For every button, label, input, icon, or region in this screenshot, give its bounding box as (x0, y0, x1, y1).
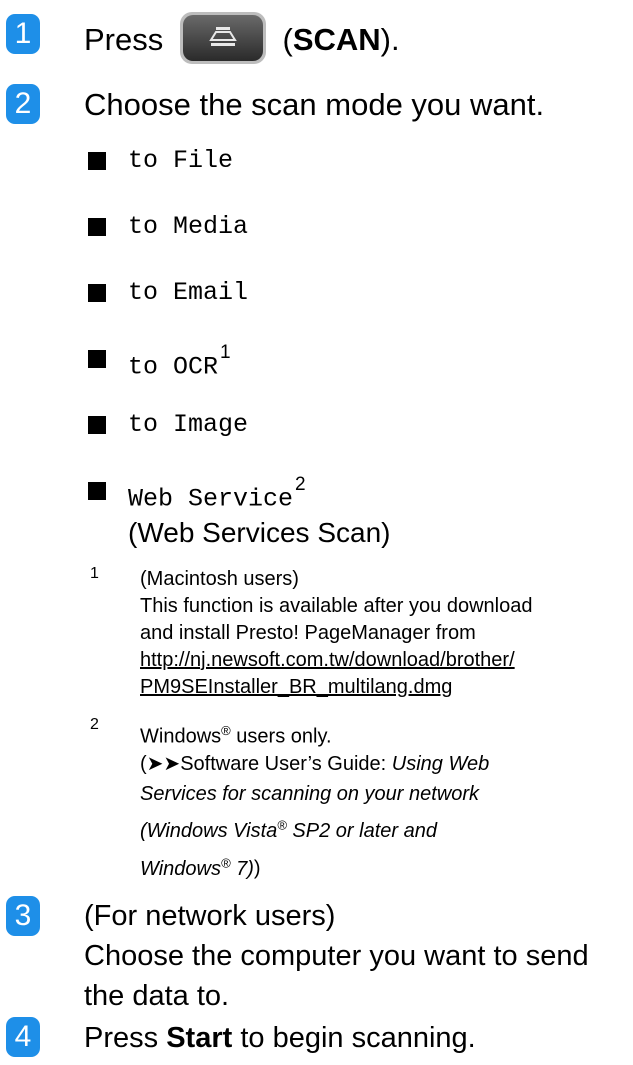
square-bullet-icon (88, 218, 106, 236)
step-2: 2 Choose the scan mode you want. (0, 84, 544, 126)
square-bullet-icon (88, 152, 106, 170)
step-1-text: Press (SCAN). (84, 12, 400, 70)
square-bullet-icon (88, 350, 106, 368)
footnote-number: 1 (90, 565, 99, 582)
download-link[interactable]: PM9SEInstaller_BR_multilang.dmg (140, 676, 452, 698)
arrow-icon: ➤➤ (146, 752, 181, 775)
step-number-badge: 1 (6, 14, 40, 54)
web-services-scan-note: (Web Services Scan) (128, 517, 391, 549)
step-4: 4 Press Start to begin scanning. (0, 1017, 476, 1059)
step-1-prefix: Press (84, 22, 164, 58)
step-1: 1 Press (SCAN). (0, 12, 400, 70)
step-4-text: Press Start to begin scanning. (84, 1022, 476, 1054)
footnote-number: 2 (90, 716, 99, 733)
list-item: Web Service 2 (Web Services Scan) (88, 474, 390, 548)
footnote-ref: 2 (295, 474, 306, 495)
square-bullet-icon (88, 416, 106, 434)
step-number-badge: 3 (6, 896, 40, 936)
list-item: to Media (88, 210, 390, 276)
scan-button-icon[interactable] (178, 10, 268, 66)
footnote-1: 1 (Macintosh users) This function is ava… (88, 565, 633, 701)
step-3: 3 (For network users) Choose the compute… (0, 896, 589, 1016)
list-item: to OCR 1 (88, 342, 390, 408)
list-item: to File (88, 144, 390, 210)
list-item: to Image (88, 408, 390, 474)
list-item: to Email (88, 276, 390, 342)
square-bullet-icon (88, 482, 106, 500)
step-number-badge: 4 (6, 1017, 40, 1057)
step-2-text: Choose the scan mode you want. (84, 87, 545, 122)
step-3-text: (For network users) Choose the computer … (84, 900, 589, 1012)
download-link[interactable]: http://nj.newsoft.com.tw/download/brothe… (140, 649, 515, 671)
footnote-ref: 1 (220, 342, 231, 363)
square-bullet-icon (88, 284, 106, 302)
step-number-badge: 2 (6, 84, 40, 124)
start-label: Start (166, 1022, 233, 1054)
footnote-2: 2 Windows® users only. (➤➤Software User’… (88, 716, 633, 885)
scan-mode-list: to File to Media to Email to OCR 1 to Ima… (88, 144, 390, 548)
scan-label: SCAN (292, 22, 381, 58)
